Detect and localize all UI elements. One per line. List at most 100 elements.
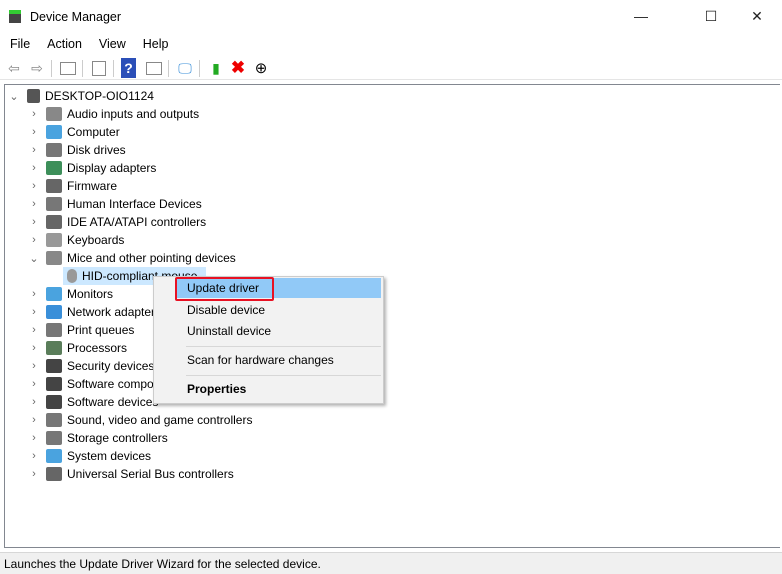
- back-icon[interactable]: ⇦: [4, 58, 24, 78]
- run-icon[interactable]: [144, 58, 164, 78]
- tree-item[interactable]: › Human Interface Devices: [29, 195, 202, 213]
- maximize-button[interactable]: ☐: [688, 0, 734, 32]
- tree-item-label: Computer: [67, 125, 120, 139]
- menu-file[interactable]: File: [0, 36, 37, 54]
- tree-root[interactable]: ⌄ DESKTOP-OIO1124: [9, 87, 154, 105]
- menu-action[interactable]: Action: [37, 36, 89, 54]
- tree-item-label: Firmware: [67, 179, 117, 193]
- menu-item-uninstall-device[interactable]: Uninstall device: [175, 321, 381, 341]
- tree-item[interactable]: › Audio inputs and outputs: [29, 105, 199, 123]
- tree-item[interactable]: › Firmware: [29, 177, 117, 195]
- device-category-icon: [46, 197, 62, 211]
- menu-view[interactable]: View: [89, 36, 133, 54]
- tree-item[interactable]: › IDE ATA/ATAPI controllers: [29, 213, 206, 231]
- tree-item-label: IDE ATA/ATAPI controllers: [67, 215, 207, 229]
- properties-pane-icon[interactable]: [58, 58, 78, 78]
- chevron-right-icon[interactable]: ›: [29, 360, 39, 372]
- tree-item-label: Network adapters: [67, 305, 162, 319]
- forward-icon[interactable]: ⇨: [27, 58, 47, 78]
- tree-item[interactable]: › Network adapters: [29, 303, 161, 321]
- toolbar-divider: [199, 60, 200, 77]
- chevron-right-icon[interactable]: ›: [29, 324, 39, 336]
- tree-item[interactable]: › Keyboards: [29, 231, 124, 249]
- tree-item[interactable]: › Universal Serial Bus controllers: [29, 465, 234, 483]
- close-button[interactable]: ✕: [734, 0, 780, 32]
- menu-item-label: Disable device: [187, 303, 266, 317]
- help-icon[interactable]: ?: [121, 58, 136, 78]
- tree-root-label: DESKTOP-OIO1124: [45, 89, 154, 103]
- disable-icon[interactable]: ⊕: [251, 58, 271, 78]
- menu-separator: [186, 375, 381, 376]
- chevron-right-icon[interactable]: ›: [29, 180, 39, 192]
- device-manager-icon: [9, 10, 21, 23]
- tree-item[interactable]: › System devices: [29, 447, 151, 465]
- tree-item-label: Mice and other pointing devices: [67, 251, 236, 265]
- chevron-right-icon[interactable]: ›: [29, 468, 39, 480]
- chevron-right-icon[interactable]: ›: [29, 342, 39, 354]
- tree-item[interactable]: › Computer: [29, 123, 120, 141]
- tree-item-label: Software devices: [67, 395, 159, 409]
- menu-item-properties[interactable]: Properties: [175, 379, 381, 399]
- chevron-right-icon[interactable]: ›: [29, 198, 39, 210]
- tree-item[interactable]: › Display adapters: [29, 159, 156, 177]
- chevron-right-icon[interactable]: ›: [29, 288, 39, 300]
- menu-item-label: Scan for hardware changes: [187, 353, 334, 367]
- chevron-right-icon[interactable]: ›: [29, 432, 39, 444]
- chevron-right-icon[interactable]: ›: [29, 396, 39, 408]
- chevron-right-icon[interactable]: ›: [29, 414, 39, 426]
- chevron-right-icon[interactable]: ›: [29, 108, 39, 120]
- device-tree[interactable]: ⌄ DESKTOP-OIO1124 › Audio inputs and out…: [4, 84, 780, 548]
- tree-item[interactable]: › Software devices: [29, 393, 158, 411]
- menu-separator: [186, 346, 381, 347]
- tree-item[interactable]: › Disk drives: [29, 141, 126, 159]
- tree-item-label: Storage controllers: [67, 431, 168, 445]
- toolbar-divider: [82, 60, 83, 77]
- chevron-down-icon[interactable]: ⌄: [9, 90, 19, 103]
- update-driver-icon[interactable]: ▮: [206, 58, 226, 78]
- tree-item-label: Security devices: [67, 359, 155, 373]
- chevron-right-icon[interactable]: ›: [29, 450, 39, 462]
- scan-monitor-icon[interactable]: 🖵: [175, 58, 195, 78]
- chevron-right-icon[interactable]: ›: [29, 378, 39, 390]
- tree-item[interactable]: › Storage controllers: [29, 429, 168, 447]
- tree-item[interactable]: › Print queues: [29, 321, 134, 339]
- tree-item-label: Monitors: [67, 287, 114, 301]
- chevron-right-icon[interactable]: ›: [29, 126, 39, 138]
- tree-item-label: Keyboards: [67, 233, 125, 247]
- details-icon[interactable]: [89, 58, 109, 78]
- tree-item[interactable]: › Security devices: [29, 357, 154, 375]
- device-category-icon: [46, 107, 62, 121]
- menu-help[interactable]: Help: [133, 36, 176, 54]
- chevron-down-icon[interactable]: ⌄: [29, 252, 39, 265]
- toolbar-divider: [51, 60, 52, 77]
- tree-item-label: Print queues: [67, 323, 135, 337]
- device-category-icon: [46, 161, 62, 175]
- tree-item-label: Human Interface Devices: [67, 197, 202, 211]
- device-category-icon: [46, 449, 62, 463]
- device-category-icon: [46, 395, 62, 409]
- device-category-icon: [46, 233, 62, 247]
- device-category-icon: [46, 179, 62, 193]
- chevron-right-icon[interactable]: ›: [29, 144, 39, 156]
- tree-item[interactable]: › Monitors: [29, 285, 113, 303]
- mouse-icon: [67, 269, 77, 283]
- context-menu: Update driver Disable device Uninstall d…: [153, 276, 384, 404]
- status-text: Launches the Update Driver Wizard for th…: [4, 557, 321, 571]
- chevron-right-icon[interactable]: ›: [29, 216, 39, 228]
- tree-item-label: Processors: [67, 341, 128, 355]
- window-title: Device Manager: [30, 10, 122, 24]
- chevron-right-icon[interactable]: ›: [29, 234, 39, 246]
- uninstall-icon[interactable]: ✖: [228, 58, 248, 78]
- tree-item[interactable]: › Processors: [29, 339, 127, 357]
- toolbar: ⇦ ⇨ ? 🖵 ▮ ✖ ⊕: [0, 56, 782, 80]
- menu-item-scan-hardware[interactable]: Scan for hardware changes: [175, 350, 381, 370]
- tree-item[interactable]: › Sound, video and game controllers: [29, 411, 252, 429]
- chevron-right-icon[interactable]: ›: [29, 162, 39, 174]
- tree-item-label: Universal Serial Bus controllers: [67, 467, 234, 481]
- status-bar: Launches the Update Driver Wizard for th…: [0, 552, 782, 574]
- chevron-right-icon[interactable]: ›: [29, 306, 39, 318]
- tree-item[interactable]: ⌄ Mice and other pointing devices: [29, 249, 236, 267]
- menu-item-disable-device[interactable]: Disable device: [175, 300, 381, 320]
- device-category-icon: [46, 305, 62, 319]
- minimize-button[interactable]: —: [618, 0, 664, 32]
